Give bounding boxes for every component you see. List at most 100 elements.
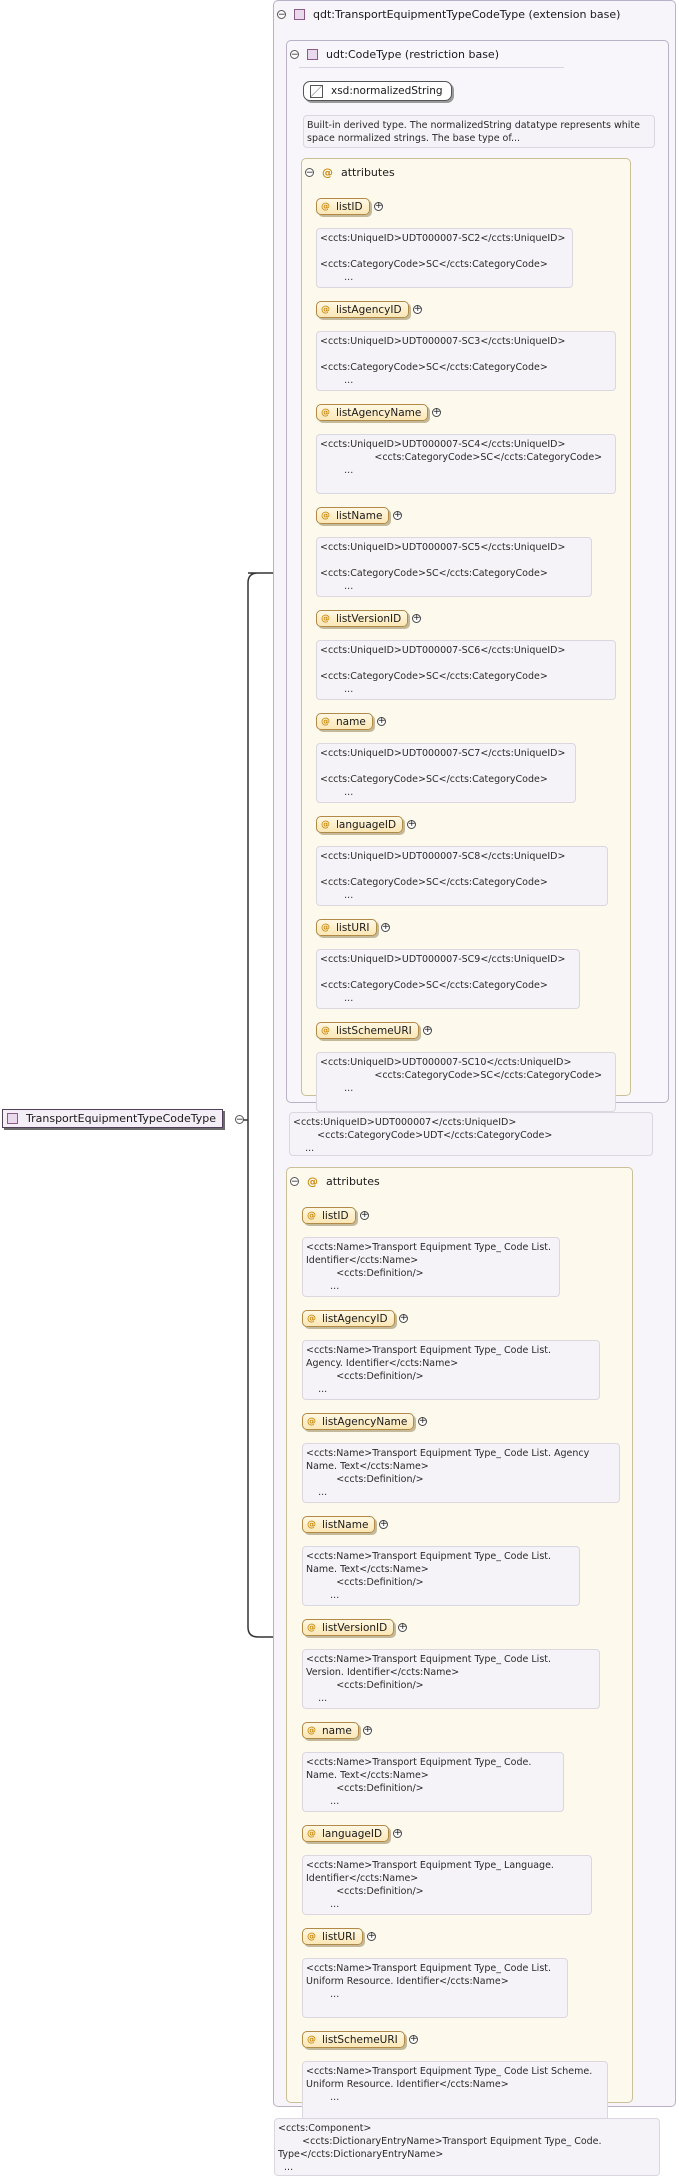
extension-attributes-title: attributes (326, 1174, 380, 1188)
expand-plus-icon[interactable]: + (398, 1623, 407, 1632)
attribute-icon: @ (307, 2034, 316, 2045)
expand-plus-icon[interactable]: + (360, 1211, 369, 1220)
attribute-doc-name: <ccts:Name>Transport Equipment Type_ Cod… (302, 1752, 564, 1812)
attribute-name: listName (336, 509, 383, 522)
attribute-node-name[interactable]: @ name (316, 713, 373, 730)
attribute-icon: @ (307, 1416, 316, 1427)
attribute-name: name (322, 1724, 352, 1737)
attribute-node-listName[interactable]: @ listName (316, 507, 390, 524)
root-type-node[interactable]: TransportEquipmentTypeCodeType (2, 1109, 224, 1128)
expand-plus-icon[interactable]: + (377, 717, 386, 726)
attribute-node-listAgencyName[interactable]: @ listAgencyName (302, 1413, 415, 1430)
restriction-attributes-header: − @ attributes (305, 163, 395, 181)
attribute-node-listURI[interactable]: @ listURI (302, 1928, 363, 1945)
expand-plus-icon[interactable]: + (379, 1520, 388, 1529)
restriction-collapse-toggle[interactable]: − (290, 49, 299, 59)
restriction-title: udt:CodeType (restriction base) (326, 47, 499, 61)
attribute-doc-languageID: <ccts:Name>Transport Equipment Type_ Lan… (302, 1855, 592, 1915)
expand-plus-icon[interactable]: + (412, 614, 421, 623)
attribute-doc-listAgencyName: <ccts:UniqueID>UDT000007-SC4</ccts:Uniqu… (316, 434, 616, 494)
attribute-node-listAgencyID[interactable]: @ listAgencyID (302, 1310, 395, 1327)
attribute-icon: @ (321, 922, 330, 933)
attribute-name: name (336, 715, 366, 728)
attribute-icon: @ (307, 1313, 316, 1324)
attribute-group-icon: @ (307, 1174, 318, 1188)
extension-attributes-header: − @ attributes (290, 1172, 380, 1190)
base-type-doc: Built-in derived type. The normalizedStr… (303, 115, 655, 148)
attribute-icon: @ (307, 1828, 316, 1839)
extension-title: qdt:TransportEquipmentTypeCodeType (exte… (313, 7, 621, 21)
attribute-icon: @ (307, 1931, 316, 1942)
restriction-attributes-title: attributes (341, 165, 395, 179)
attribute-name: listID (322, 1209, 349, 1222)
expand-plus-icon[interactable]: + (381, 923, 390, 932)
attribute-node-listAgencyName[interactable]: @ listAgencyName (316, 404, 429, 421)
attribute-node-name[interactable]: @ name (302, 1722, 359, 1739)
expand-plus-icon[interactable]: + (393, 511, 402, 520)
extension-collapse-toggle[interactable]: − (277, 9, 286, 19)
attribute-doc-languageID: <ccts:UniqueID>UDT000007-SC8</ccts:Uniqu… (316, 846, 608, 906)
restriction-doc: <ccts:UniqueID>UDT000007</ccts:UniqueID>… (289, 1112, 653, 1156)
expand-plus-icon[interactable]: + (423, 1026, 432, 1035)
attribute-node-listURI[interactable]: @ listURI (316, 919, 377, 936)
expand-plus-icon[interactable]: + (413, 305, 422, 314)
attribute-doc-listURI: <ccts:Name>Transport Equipment Type_ Cod… (302, 1958, 568, 2018)
attribute-icon: @ (321, 201, 330, 212)
attribute-node-listSchemeURI[interactable]: @ listSchemeURI (302, 2031, 405, 2048)
attribute-doc-listAgencyID: <ccts:UniqueID>UDT000007-SC3</ccts:Uniqu… (316, 331, 616, 391)
attribute-node-listSchemeURI[interactable]: @ listSchemeURI (316, 1022, 419, 1039)
complex-type-icon (294, 8, 305, 20)
expand-plus-icon[interactable]: + (367, 1932, 376, 1941)
attribute-doc-listAgencyID: <ccts:Name>Transport Equipment Type_ Cod… (302, 1340, 600, 1400)
attribute-icon: @ (321, 716, 330, 727)
attribute-name: listAgencyID (322, 1312, 388, 1325)
attribute-node-languageID[interactable]: @ languageID (316, 816, 404, 833)
attribute-icon: @ (321, 510, 330, 521)
expand-plus-icon[interactable]: + (393, 1829, 402, 1838)
expand-plus-icon[interactable]: + (409, 2035, 418, 2044)
simple-type-icon (310, 84, 323, 98)
base-type-node[interactable]: xsd:normalizedString (303, 81, 452, 101)
attribute-doc-name: <ccts:UniqueID>UDT000007-SC7</ccts:Uniqu… (316, 743, 576, 803)
extension-attributes-toggle[interactable]: − (290, 1176, 299, 1186)
extension-doc: <ccts:Component> <ccts:DictionaryEntryNa… (274, 2118, 660, 2176)
attribute-node-listID[interactable]: @ listID (302, 1207, 356, 1224)
attribute-node-languageID[interactable]: @ languageID (302, 1825, 390, 1842)
attribute-node-listVersionID[interactable]: @ listVersionID (316, 610, 409, 627)
attribute-name: listSchemeURI (336, 1024, 412, 1037)
attribute-name: listName (322, 1518, 369, 1531)
restriction-attributes-toggle[interactable]: − (305, 167, 314, 177)
attribute-name: listVersionID (322, 1621, 388, 1634)
attribute-icon: @ (307, 1519, 316, 1530)
expand-plus-icon[interactable]: + (407, 820, 416, 829)
root-collapse-toggle[interactable]: − (235, 1115, 244, 1125)
complex-type-icon (7, 1113, 18, 1124)
attribute-name: listAgencyID (336, 303, 402, 316)
expand-plus-icon[interactable]: + (418, 1417, 427, 1426)
attribute-icon: @ (321, 819, 330, 830)
expand-plus-icon[interactable]: + (363, 1726, 372, 1735)
attribute-name: listAgencyName (322, 1415, 408, 1428)
attribute-doc-listID: <ccts:UniqueID>UDT000007-SC2</ccts:Uniqu… (316, 228, 573, 288)
attribute-node-listAgencyID[interactable]: @ listAgencyID (316, 301, 409, 318)
attribute-doc-listAgencyName: <ccts:Name>Transport Equipment Type_ Cod… (302, 1443, 620, 1503)
attribute-name: listVersionID (336, 612, 402, 625)
attribute-doc-listVersionID: <ccts:Name>Transport Equipment Type_ Cod… (302, 1649, 600, 1709)
expand-plus-icon[interactable]: + (399, 1314, 408, 1323)
attribute-doc-listSchemeURI: <ccts:Name>Transport Equipment Type_ Cod… (302, 2061, 608, 2121)
attribute-icon: @ (321, 407, 330, 418)
attribute-node-listID[interactable]: @ listID (316, 198, 370, 215)
attribute-icon: @ (321, 304, 330, 315)
restriction-header-divider (299, 67, 564, 68)
attribute-icon: @ (321, 613, 330, 624)
complex-type-icon (307, 48, 318, 60)
attribute-name: listSchemeURI (322, 2033, 398, 2046)
restriction-header: − udt:CodeType (restriction base) (290, 45, 499, 63)
attribute-group-icon: @ (322, 165, 333, 179)
attribute-node-listName[interactable]: @ listName (302, 1516, 376, 1533)
attribute-node-listVersionID[interactable]: @ listVersionID (302, 1619, 395, 1636)
expand-plus-icon[interactable]: + (432, 408, 441, 417)
expand-plus-icon[interactable]: + (374, 202, 383, 211)
extension-header: − qdt:TransportEquipmentTypeCodeType (ex… (277, 5, 620, 23)
base-type-label: xsd:normalizedString (331, 85, 443, 97)
